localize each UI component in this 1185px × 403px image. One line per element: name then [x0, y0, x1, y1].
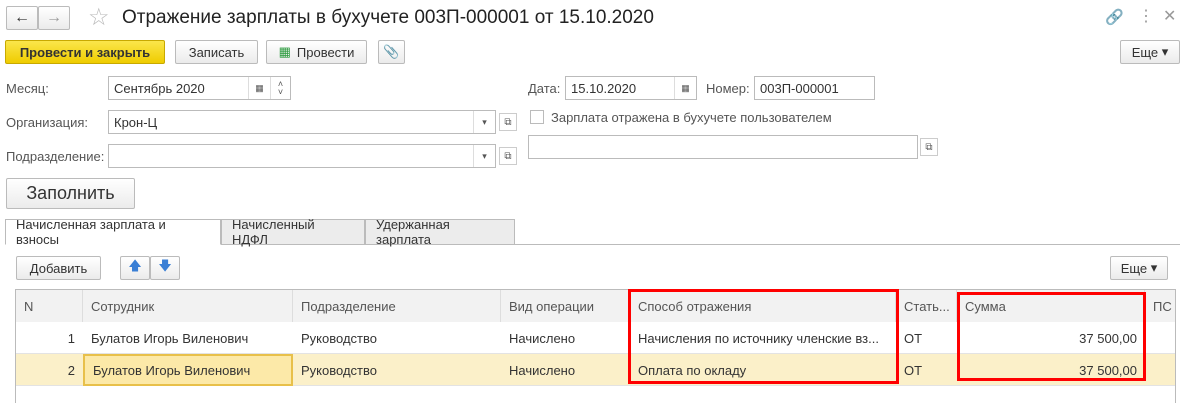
page-title: Отражение зарплаты в бухучете 003П-00000… [122, 7, 654, 28]
cell-n: 1 [67, 330, 75, 346]
post-button[interactable]: ▦ Провести [266, 40, 367, 64]
save-button[interactable]: Записать [175, 40, 258, 64]
add-button[interactable]: Добавить [16, 256, 101, 280]
more-label: Еще [1131, 44, 1159, 60]
dropdown-icon[interactable]: ▾ [473, 111, 495, 133]
highlight-method-column [628, 289, 899, 384]
date-field[interactable]: 15.10.2020 ▦ [565, 76, 697, 100]
col-employee[interactable]: Сотрудник [83, 290, 293, 322]
cell-article: ОТ [904, 330, 923, 346]
org-label: Организация: [6, 115, 89, 130]
highlight-amount-column [957, 292, 1146, 381]
tab-ndfl[interactable]: Начисленный НДФЛ [221, 217, 365, 247]
cell-n: 2 [67, 362, 75, 378]
posted-by-user-label: Зарплата отражена в бухучете пользовател… [551, 110, 832, 125]
col-article[interactable]: Стать... [896, 290, 957, 322]
move-up-button[interactable]: 🡅 [120, 256, 150, 280]
sub-label: Подразделение: [6, 149, 105, 164]
open-org-icon[interactable]: ⧉ [499, 113, 517, 131]
favorite-star-icon[interactable]: ☆ [88, 3, 110, 32]
month-value: Сентябрь 2020 [114, 80, 205, 96]
cell-employee: Булатов Игорь Виленович [91, 330, 249, 346]
tab-accrued-salary[interactable]: Начисленная зарплата и взносы [5, 217, 221, 247]
number-value: 003П-000001 [760, 80, 839, 96]
close-icon[interactable]: ✕ [1163, 6, 1176, 26]
open-subdivision-icon[interactable]: ⧉ [499, 147, 517, 165]
user-field[interactable] [528, 135, 918, 159]
dropdown-icon[interactable]: ▾ [473, 145, 495, 167]
fill-button[interactable]: Заполнить [6, 178, 135, 209]
cell-operation: Начислено [509, 362, 576, 378]
cell-subdivision: Руководство [301, 330, 377, 346]
forward-button[interactable]: → [38, 6, 70, 30]
link-icon[interactable]: 🔗 [1105, 8, 1124, 26]
post-and-close-button[interactable]: Провести и закрыть [5, 40, 165, 64]
tab-withheld[interactable]: Удержанная зарплата [365, 217, 515, 247]
date-value: 15.10.2020 [571, 80, 637, 96]
subdivision-field[interactable]: ▾ [108, 144, 496, 168]
col-ps[interactable]: ПС [1145, 290, 1175, 322]
cell-article: ОТ [904, 362, 923, 378]
posted-by-user-checkbox[interactable] [530, 110, 544, 124]
post-label: Провести [296, 44, 355, 60]
number-field[interactable]: 003П-000001 [754, 76, 875, 100]
more-button[interactable]: Еще ▾ [1120, 40, 1180, 64]
post-icon: ▦ [278, 44, 291, 59]
month-label: Месяц: [6, 81, 49, 96]
org-value: Крон-Ц [114, 114, 158, 130]
back-button[interactable]: ← [6, 6, 38, 30]
month-stepper[interactable]: ˄ ˅ [270, 77, 290, 99]
cell-subdivision: Руководство [301, 362, 377, 378]
menu-icon[interactable]: ⋮ [1138, 6, 1154, 26]
col-n[interactable]: N [16, 290, 83, 322]
move-down-button[interactable]: 🡇 [150, 256, 180, 280]
table-more-button[interactable]: Еще ▾ [1110, 256, 1168, 280]
paperclip-icon: 📎 [383, 44, 400, 59]
org-field[interactable]: Крон-Ц ▾ [108, 110, 496, 134]
calendar-icon[interactable]: ▦ [674, 77, 696, 99]
number-label: Номер: [706, 81, 750, 96]
attach-button[interactable]: 📎 [378, 40, 405, 64]
cell-operation: Начислено [509, 330, 576, 346]
date-label: Дата: [528, 81, 561, 96]
table-more-label: Еще [1120, 260, 1148, 276]
cell-employee[interactable]: Булатов Игорь Виленович [83, 354, 293, 386]
month-field[interactable]: Сентябрь 2020 ▦ ˄ ˅ [108, 76, 291, 100]
col-operation[interactable]: Вид операции [501, 290, 630, 322]
col-subdivision[interactable]: Подразделение [293, 290, 501, 322]
open-user-icon[interactable]: ⧉ [920, 138, 938, 156]
calendar-icon[interactable]: ▦ [248, 77, 270, 99]
